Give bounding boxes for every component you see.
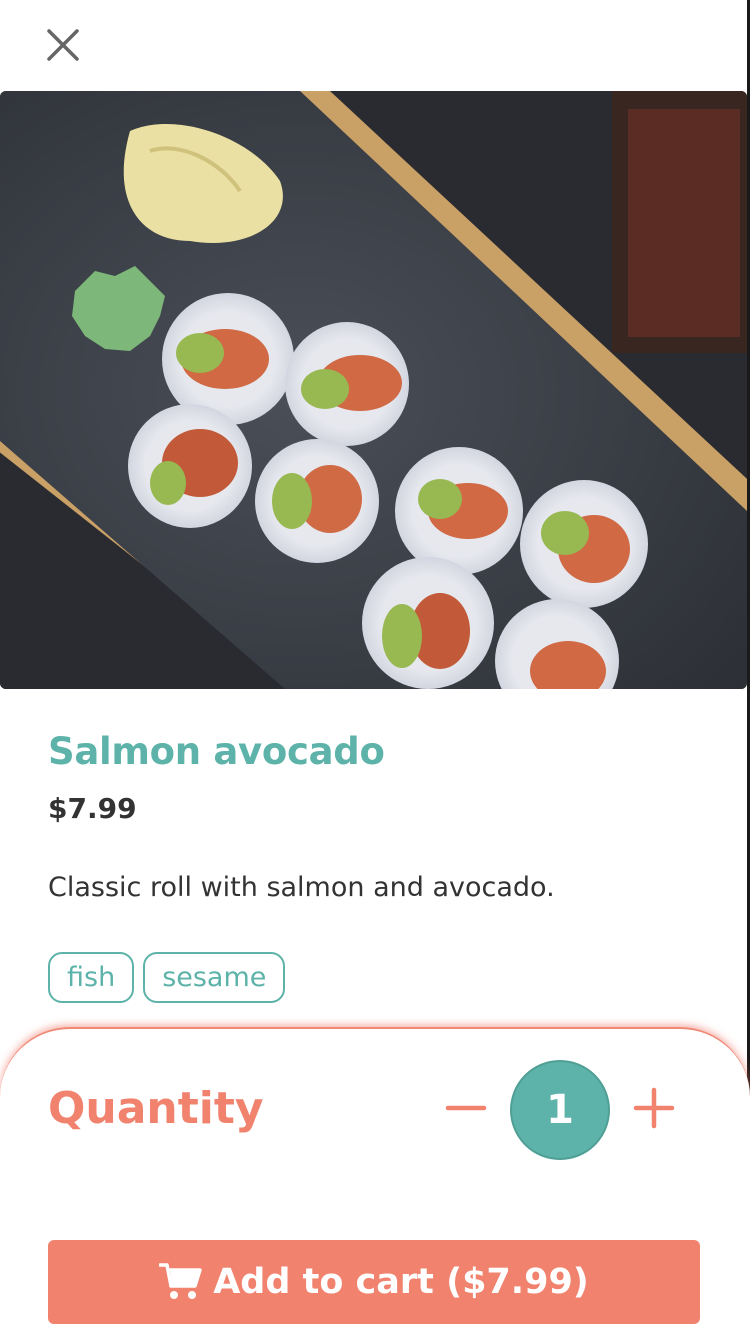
- decrement-button[interactable]: [444, 1086, 488, 1130]
- tag-list: fish sesame: [48, 952, 286, 1003]
- close-button[interactable]: [42, 24, 84, 66]
- cart-icon: [159, 1263, 202, 1299]
- minus-icon: [445, 1105, 487, 1111]
- product-title: Salmon avocado: [48, 730, 385, 773]
- product-image: [0, 91, 747, 689]
- plus-icon: [633, 1087, 675, 1129]
- quantity-label: Quantity: [48, 1083, 264, 1134]
- quantity-value: 1: [510, 1060, 610, 1160]
- tag-fish: fish: [48, 952, 135, 1003]
- close-icon: [47, 29, 79, 61]
- increment-button[interactable]: [632, 1086, 676, 1130]
- add-to-cart-label: Add to cart ($7.99): [213, 1262, 589, 1302]
- sushi-photo-icon: [0, 91, 747, 689]
- tag-sesame: sesame: [143, 952, 286, 1003]
- product-price: $7.99: [48, 792, 137, 825]
- add-to-cart-button[interactable]: Add to cart ($7.99): [48, 1240, 700, 1324]
- product-description: Classic roll with salmon and avocado.: [48, 872, 555, 903]
